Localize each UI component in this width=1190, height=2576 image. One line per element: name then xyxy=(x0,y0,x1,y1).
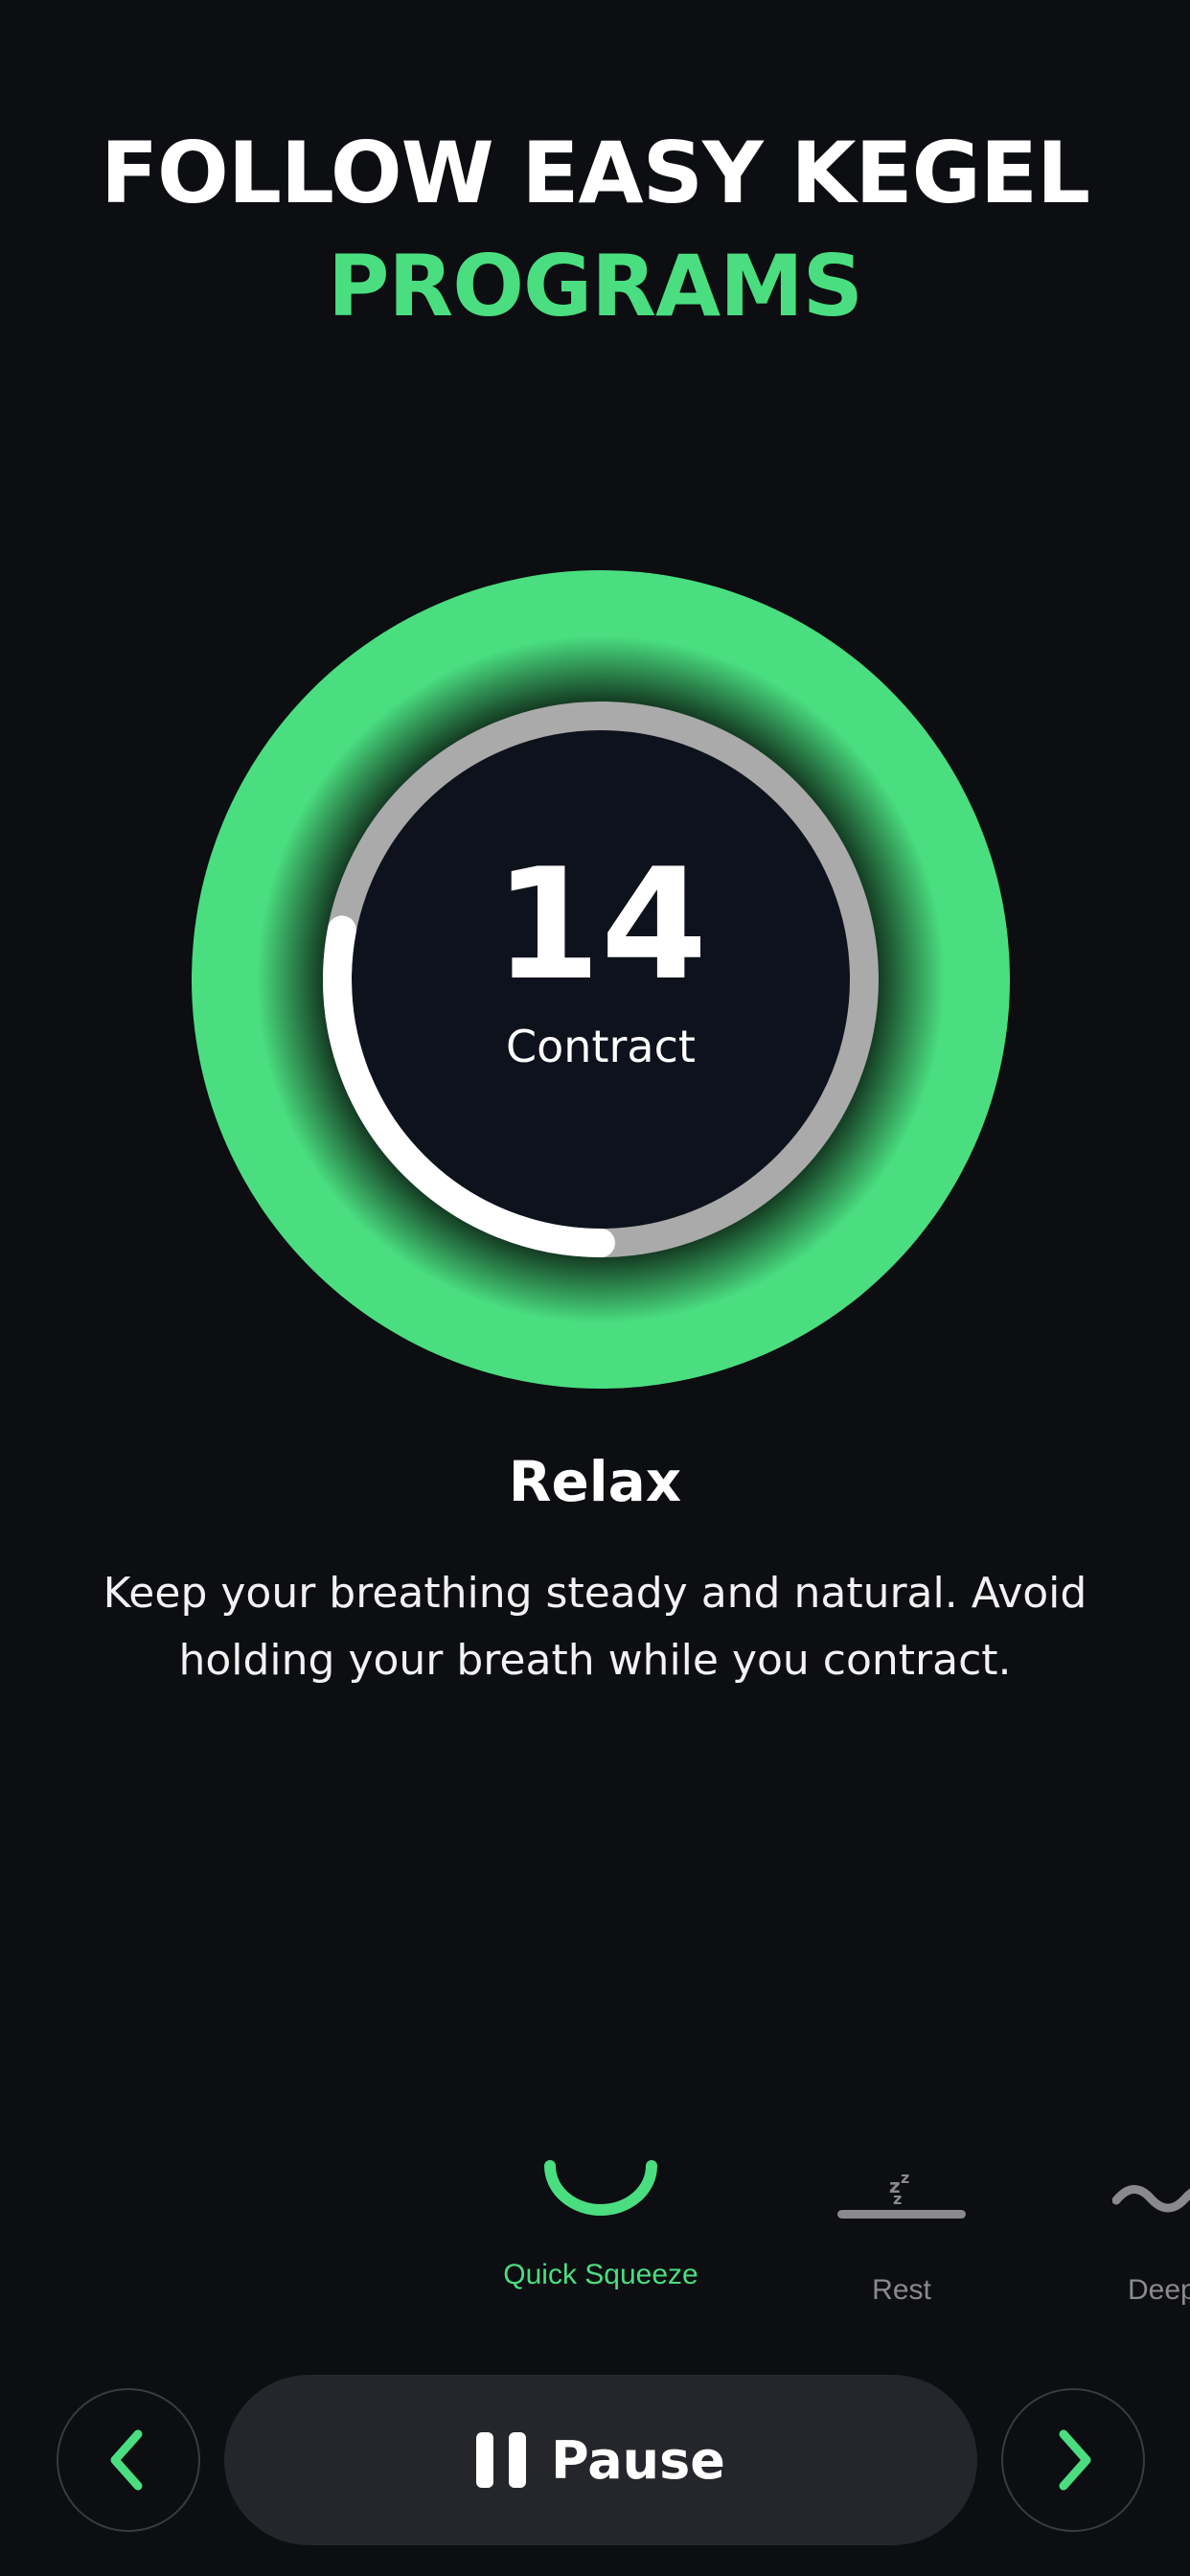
pause-label: Pause xyxy=(551,2429,725,2491)
exercise-item-quick-squeeze[interactable]: Quick Squeeze xyxy=(476,2147,725,2290)
timer-dial: 14 Contract xyxy=(192,570,1010,1389)
headline-line-1: FOLLOW EASY KEGEL xyxy=(100,124,1090,222)
svg-text:z: z xyxy=(901,2169,909,2187)
exercise-item-rest[interactable]: z z z Rest xyxy=(777,2147,1026,2306)
timer-count: 14 xyxy=(493,835,708,1014)
chevron-left-icon xyxy=(110,2429,143,2491)
svg-text:z: z xyxy=(893,2190,902,2208)
step-title: Relax xyxy=(508,1449,682,1514)
exercise-label: Deep xyxy=(1128,2274,1190,2306)
chevron-right-icon xyxy=(1059,2429,1091,2491)
wave-icon xyxy=(1112,2185,1190,2213)
exercise-item-deep[interactable]: Deep xyxy=(1093,2147,1190,2306)
pause-button[interactable]: Pause xyxy=(224,2375,977,2545)
headline: FOLLOW EASY KEGEL PROGRAMS xyxy=(0,117,1190,343)
previous-button[interactable] xyxy=(57,2388,200,2532)
headline-line-2: PROGRAMS xyxy=(327,237,863,335)
exercise-label: Quick Squeeze xyxy=(503,2259,698,2290)
timer-phase-label: Contract xyxy=(506,1021,696,1072)
exercise-label: Rest xyxy=(872,2274,931,2306)
smile-arc-icon xyxy=(544,2160,657,2216)
sleep-icon: z z z xyxy=(837,2169,966,2219)
step-description: Keep your breathing steady and natural. … xyxy=(103,1569,1087,1685)
next-button[interactable] xyxy=(1001,2388,1145,2532)
pause-icon xyxy=(476,2432,527,2488)
